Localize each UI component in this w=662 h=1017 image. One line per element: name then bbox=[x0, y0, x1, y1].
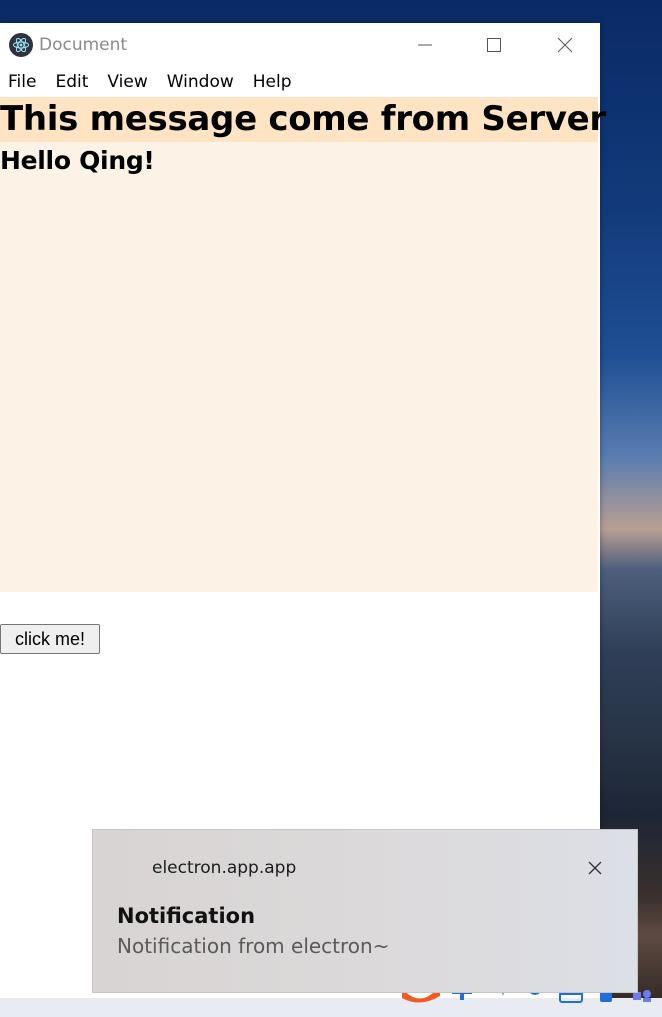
minimize-button[interactable] bbox=[390, 23, 460, 67]
notification-toast[interactable]: electron.app.app Notification Notificati… bbox=[92, 829, 638, 993]
menu-file[interactable]: File bbox=[8, 72, 36, 92]
minimize-icon bbox=[418, 44, 432, 46]
title-bar[interactable]: Document bbox=[0, 23, 600, 67]
taskbar bbox=[0, 984, 662, 1017]
server-message-heading: This message come from Server bbox=[0, 97, 606, 142]
close-icon bbox=[588, 861, 602, 875]
electron-app-icon bbox=[9, 33, 33, 57]
menu-view[interactable]: View bbox=[107, 72, 147, 92]
menu-help[interactable]: Help bbox=[253, 72, 292, 92]
maximize-button[interactable] bbox=[459, 23, 529, 67]
maximize-icon bbox=[487, 38, 501, 52]
close-button[interactable] bbox=[530, 23, 600, 67]
notification-app-name: electron.app.app bbox=[152, 858, 297, 878]
notification-close-button[interactable] bbox=[587, 860, 603, 876]
click-me-button[interactable]: click me! bbox=[0, 624, 100, 654]
notification-body: Notification from electron~ bbox=[117, 934, 390, 958]
message-area: This message come from Server Hello Qing… bbox=[0, 97, 606, 592]
notification-title: Notification bbox=[117, 904, 256, 928]
window-title: Document bbox=[39, 35, 128, 55]
greeting-heading: Hello Qing! bbox=[0, 146, 155, 175]
menu-edit[interactable]: Edit bbox=[55, 72, 88, 92]
menu-window[interactable]: Window bbox=[167, 72, 234, 92]
menu-bar: File Edit View Window Help bbox=[0, 67, 600, 97]
close-icon bbox=[557, 37, 573, 53]
